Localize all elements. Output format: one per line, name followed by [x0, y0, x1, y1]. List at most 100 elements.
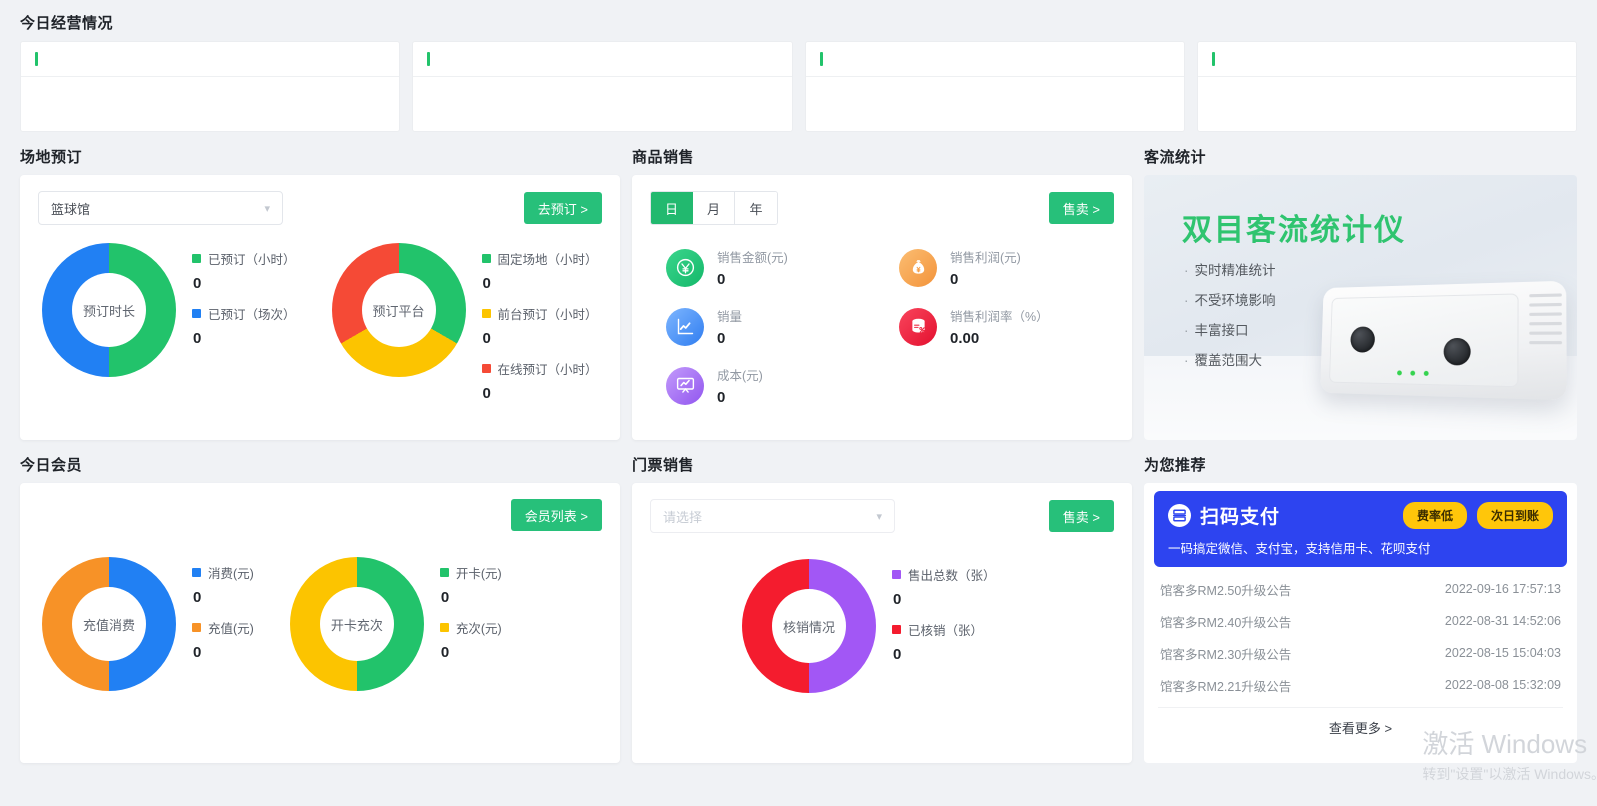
news-title: 馆客多RM2.30升级公告	[1160, 647, 1292, 662]
chart-legend: 已预订（小时） 0 已预订（场次） 0	[192, 243, 296, 359]
today-member-section: 今日会员 会员列表 > 充值消费 消费(元) 0 充值(元) 0 开卡充次 开卡(元) 0 充次…	[20, 454, 620, 763]
legend-color-swatch	[481, 309, 491, 318]
ticket-sales-section: 门票销售 请选择 ▾ 售卖 > 核销情况 售出总数（张） 0 已核销（张） 0	[632, 454, 1132, 763]
camera-lens-left-icon	[1350, 326, 1376, 353]
presentation-icon	[666, 366, 704, 405]
venue-select[interactable]: 篮球馆 ▾	[38, 191, 283, 225]
legend-item: 充次(元) 0	[439, 618, 502, 661]
banner-feature-item: · 覆盖范围大	[1184, 349, 1276, 369]
legend-value: 0	[440, 589, 450, 606]
legend-label: 开卡(元)	[455, 567, 502, 581]
watermark-line-2: 转到"设置"以激活 Windows。	[1422, 766, 1597, 782]
legend-item: 开卡(元) 0	[439, 563, 502, 606]
money-bag-icon	[899, 248, 937, 287]
legend-item: 在线预订（小时） 0	[481, 359, 598, 402]
scan-pay-title: 扫码支付	[1200, 507, 1281, 528]
legend-label: 消费(元)	[208, 567, 254, 581]
today-business-section: 今日经营情况	[20, 0, 1577, 132]
legend-item: 已预订（场次） 0	[192, 304, 296, 347]
bullet-icon: ·	[1184, 263, 1189, 278]
banner-feature-item: · 实时精准统计	[1184, 259, 1276, 279]
donut-chart: 预订平台	[331, 243, 466, 377]
goods-sell-button[interactable]: 售卖 >	[1048, 192, 1114, 224]
news-time: 2022-08-08 15:32:09	[1444, 678, 1561, 692]
venue-select-value: 篮球馆	[51, 201, 91, 217]
feature-text: 不受环境影响	[1194, 293, 1276, 308]
scan-pay-subtitle: 一码搞定微信、支付宝，支持信用卡、花呗支付	[1168, 542, 1431, 556]
legend-color-swatch	[892, 625, 901, 634]
metric-value: 0.00	[950, 330, 980, 347]
kpi-card-body	[413, 77, 791, 131]
legend-value: 0	[193, 644, 202, 661]
bullet-icon: ·	[1184, 293, 1189, 308]
venue-booking-section: 场地预订 篮球馆 ▾ 去预订 > 预订时长 已预订（小时） 0 已预订（场次） 0 预订平…	[20, 146, 620, 440]
metric-value: 0	[717, 271, 726, 288]
percent-database-icon	[899, 307, 937, 346]
feature-text: 丰富接口	[1194, 323, 1249, 338]
device-vents	[1529, 293, 1563, 387]
news-item[interactable]: 馆客多RM2.40升级公告 2022-08-31 14:52:06	[1160, 605, 1561, 637]
passenger-flow-section: 客流统计 双目客流统计仪 · 实时精准统计 · 不受环境影响 · 丰富接口 · 覆盖范围大	[1144, 146, 1577, 440]
news-time: 2022-09-16 17:57:13	[1444, 582, 1561, 596]
donut-chart-unit: 核销情况 售出总数（张） 0 已核销（张） 0	[742, 559, 996, 693]
ticket-sell-button[interactable]: 售卖 >	[1048, 500, 1114, 532]
ticket-select-placeholder: 请选择	[663, 509, 703, 525]
goods-metric: 销售利润(元) 0	[899, 247, 1132, 288]
metric-value: 0	[717, 389, 726, 406]
section-title-ticket-sales: 门票销售	[632, 457, 695, 474]
period-tab-日[interactable]: 日	[651, 192, 693, 224]
news-time: 2022-08-31 14:52:06	[1444, 614, 1561, 628]
legend-label: 前台预订（小时）	[497, 308, 598, 322]
legend-item: 售出总数（张） 0	[892, 565, 996, 608]
kpi-card	[1196, 41, 1577, 132]
chevron-down-icon: ▾	[264, 202, 270, 215]
legend-item: 消费(元) 0	[192, 563, 254, 606]
legend-color-swatch	[192, 309, 201, 318]
go-book-button[interactable]: 去预订 >	[523, 192, 602, 224]
kpi-card-row	[20, 41, 1577, 132]
legend-color-swatch	[192, 254, 201, 263]
ticket-chart: 核销情况 售出总数（张） 0 已核销（张） 0	[632, 533, 1132, 693]
metric-label: 销售利润(元)	[950, 251, 1021, 265]
kpi-card-body	[21, 77, 399, 131]
today-member-panel: 会员列表 > 充值消费 消费(元) 0 充值(元) 0 开卡充次 开卡(元) 0 充次(元) 0	[20, 483, 620, 763]
chart-legend: 固定场地（小时） 0 前台预订（小时） 0 在线预订（小时） 0	[481, 243, 598, 414]
banner-feature-item: · 不受环境影响	[1184, 289, 1276, 309]
legend-item: 充值(元) 0	[192, 618, 254, 661]
donut-center-label: 核销情况	[782, 619, 835, 635]
donut-chart-unit: 预订时长 已预订（小时） 0 已预订（场次） 0	[42, 243, 296, 414]
news-title: 馆客多RM2.50升级公告	[1160, 583, 1292, 598]
legend-value: 0	[482, 330, 491, 347]
legend-label: 固定场地（小时）	[497, 253, 598, 267]
legend-item: 固定场地（小时） 0	[481, 249, 598, 292]
passenger-flow-banner[interactable]: 双目客流统计仪 · 实时精准统计 · 不受环境影响 · 丰富接口 · 覆盖范围大	[1144, 175, 1577, 440]
legend-color-swatch	[481, 254, 491, 263]
news-item[interactable]: 馆客多RM2.21升级公告 2022-08-08 15:32:09	[1160, 669, 1561, 701]
legend-color-swatch	[192, 568, 201, 577]
goods-metric: 销售利润率（%） 0.00	[899, 306, 1132, 347]
scan-pay-banner[interactable]: 扫码支付 费率低 次日到账 一码搞定微信、支付宝，支持信用卡、花呗支付	[1154, 491, 1567, 567]
legend-value: 0	[440, 644, 450, 661]
chart-legend: 售出总数（张） 0 已核销（张） 0	[892, 559, 996, 675]
member-list-button[interactable]: 会员列表 >	[510, 499, 602, 531]
metric-value: 0	[950, 271, 959, 288]
news-item[interactable]: 馆客多RM2.30升级公告 2022-08-15 15:04:03	[1160, 637, 1561, 669]
kpi-card-header	[413, 42, 792, 77]
legend-color-swatch	[439, 568, 449, 577]
ticket-select[interactable]: 请选择 ▾	[650, 499, 895, 533]
news-item[interactable]: 馆客多RM2.50升级公告 2022-09-16 17:57:13	[1160, 573, 1561, 605]
period-tab-月[interactable]: 月	[693, 192, 735, 224]
goods-period-tabs[interactable]: 日月年	[650, 191, 778, 225]
banner-headline: 双目客流统计仪	[1182, 214, 1406, 247]
goods-metric: 销售金额(元) 0	[666, 247, 899, 288]
legend-label: 已预订（小时）	[208, 253, 296, 267]
venue-booking-panel: 篮球馆 ▾ 去预订 > 预订时长 已预订（小时） 0 已预订（场次） 0 预订平台 固定场地…	[20, 175, 620, 440]
ticket-sales-panel: 请选择 ▾ 售卖 > 核销情况 售出总数（张） 0 已核销（张） 0	[632, 483, 1132, 763]
counter-device-image	[1320, 280, 1567, 401]
period-tab-年[interactable]: 年	[735, 192, 777, 224]
legend-value: 0	[193, 330, 202, 347]
news-time: 2022-08-15 15:04:03	[1444, 646, 1561, 660]
view-more-button[interactable]: 查看更多 >	[1158, 707, 1563, 747]
legend-item: 已核销（张） 0	[892, 620, 996, 663]
legend-color-swatch	[892, 570, 901, 579]
